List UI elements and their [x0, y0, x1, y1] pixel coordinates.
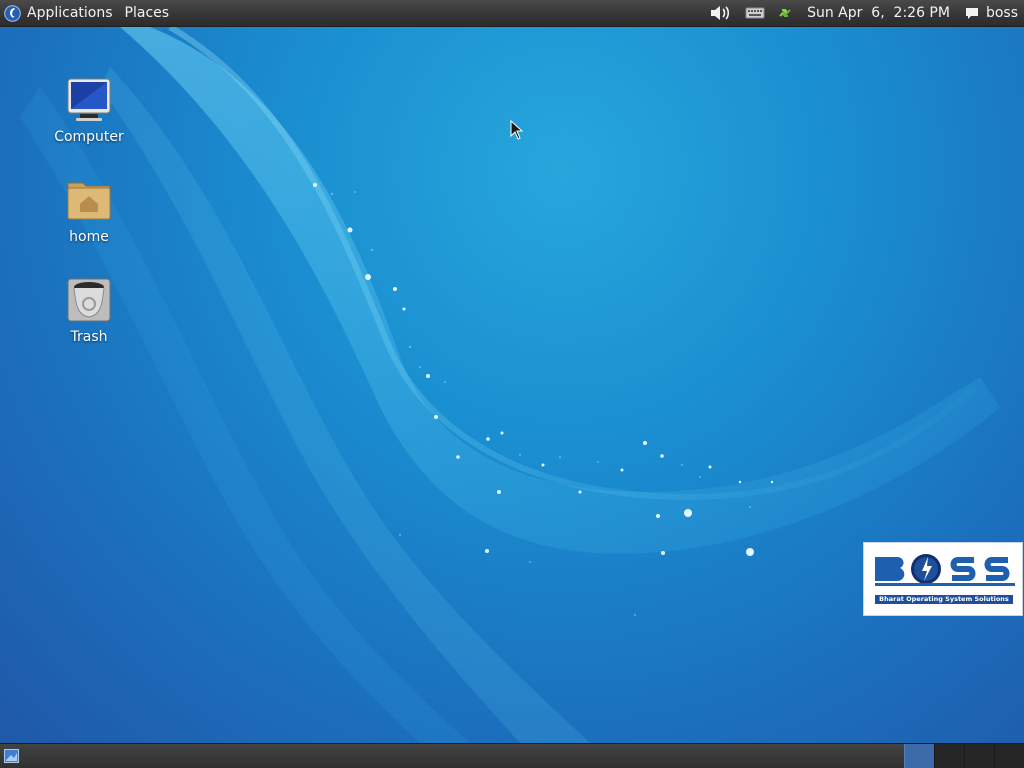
desktop-icon-label: home: [69, 229, 109, 245]
keyboard-indicator[interactable]: [739, 0, 771, 26]
computer-icon: [67, 78, 111, 121]
show-desktop-icon[interactable]: [4, 749, 19, 763]
bottom-panel: [0, 743, 1024, 768]
workspace-3[interactable]: [964, 744, 994, 768]
applications-menu-label: Applications: [27, 4, 113, 21]
clock[interactable]: Sun Apr 6, 2:26 PM: [799, 0, 958, 26]
keyboard-icon: [745, 7, 765, 19]
desktop-icon-home[interactable]: home: [44, 177, 134, 245]
workspace-switcher: [904, 744, 1024, 768]
boss-logo: Bharat Operating System Solutions: [863, 542, 1023, 616]
user-name: boss: [985, 5, 1018, 21]
workspace-2[interactable]: [934, 744, 964, 768]
user-menu[interactable]: boss: [958, 0, 1024, 26]
volume-icon: [711, 6, 730, 20]
workspace-4[interactable]: [994, 744, 1024, 768]
desktop-icon-trash[interactable]: Trash: [44, 277, 134, 345]
desktop[interactable]: Computer home Trash: [0, 27, 1024, 743]
desktop-icon-label: Computer: [54, 129, 124, 145]
workspace-1[interactable]: [904, 744, 934, 768]
mouse-pointer-icon: [510, 120, 524, 140]
home-folder-icon: [67, 182, 111, 220]
network-indicator[interactable]: [771, 0, 799, 26]
trash-icon: [67, 278, 111, 322]
boss-tagline: Bharat Operating System Solutions: [875, 595, 1013, 604]
chat-icon: [965, 8, 978, 19]
clock-label: Sun Apr 6, 2:26 PM: [807, 5, 950, 21]
desktop-icon-computer[interactable]: Computer: [44, 77, 134, 145]
top-panel: Applications Places Sun Apr 6, 2:26 PM b…: [0, 0, 1024, 27]
desktop-icon-label: Trash: [70, 329, 108, 345]
debian-swirl-icon: [4, 4, 21, 22]
volume-control[interactable]: [703, 0, 739, 26]
network-icon: [779, 9, 791, 17]
boss-logo-mark: [875, 554, 1015, 586]
applications-menu[interactable]: Applications: [0, 0, 119, 26]
system-tray: Sun Apr 6, 2:26 PM boss: [703, 0, 1024, 26]
places-menu[interactable]: Places: [119, 0, 176, 26]
places-menu-label: Places: [124, 4, 170, 21]
